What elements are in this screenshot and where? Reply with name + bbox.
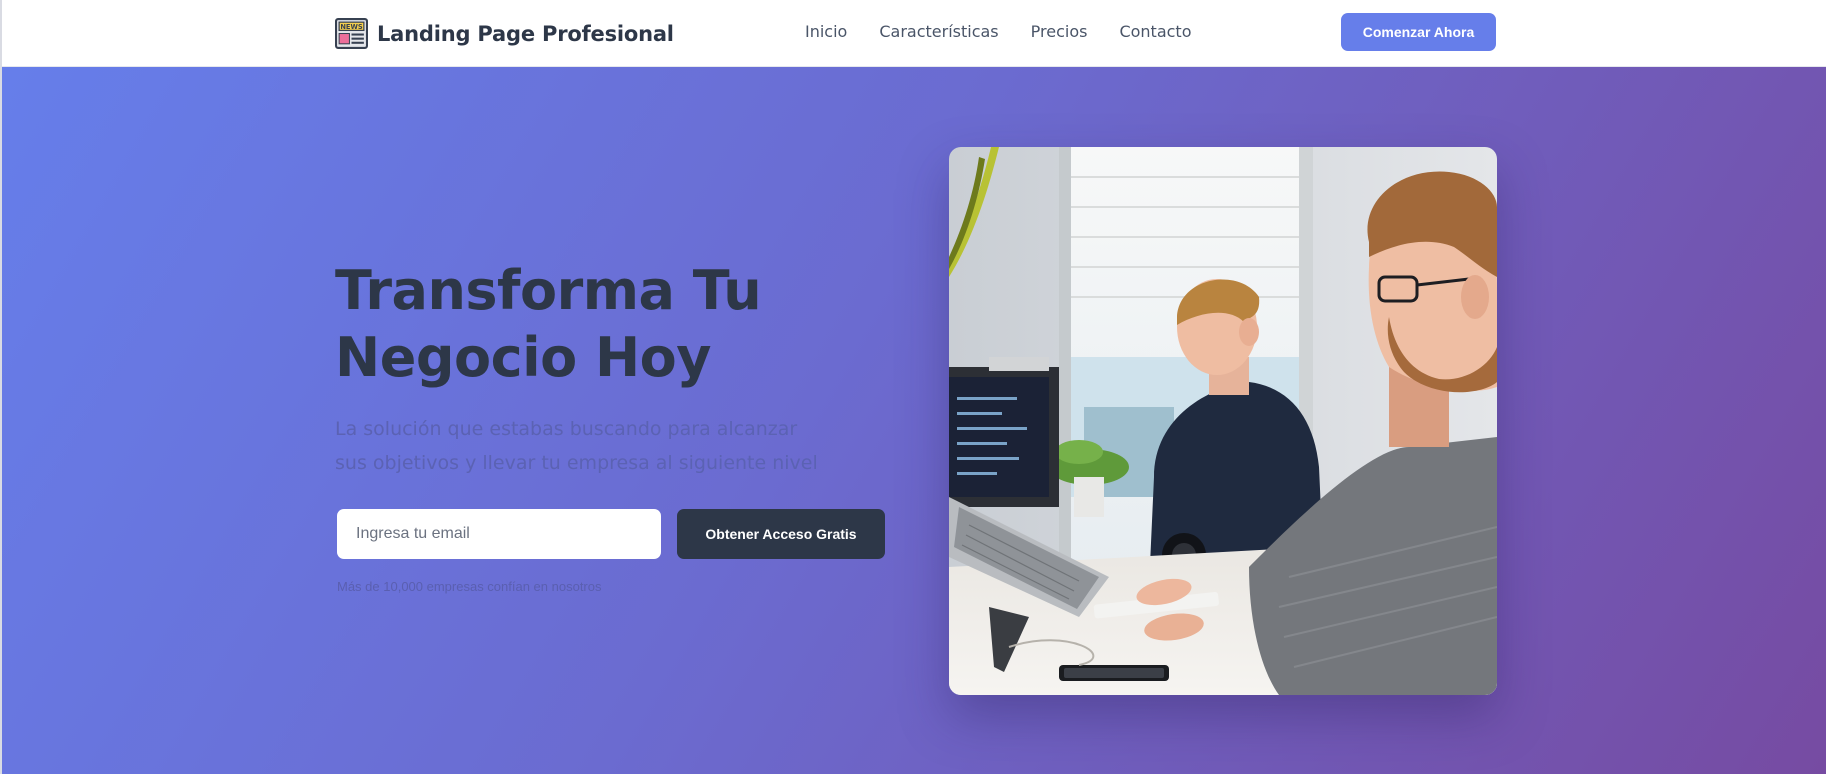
office-workers-photo <box>949 147 1497 695</box>
brand[interactable]: NEWS Landing Page Profesional <box>335 17 674 50</box>
nav-link-inicio[interactable]: Inicio <box>805 22 847 41</box>
nav-link-precios[interactable]: Precios <box>1031 22 1088 41</box>
nav-link-contacto[interactable]: Contacto <box>1119 22 1191 41</box>
main-nav: Inicio Características Precios Contacto <box>805 22 1192 41</box>
signup-form: Obtener Acceso Gratis <box>337 509 885 559</box>
svg-text:NEWS: NEWS <box>340 23 363 31</box>
hero-subtitle: La solución que estabas buscando para al… <box>335 418 818 474</box>
newspaper-icon: NEWS <box>335 18 368 49</box>
get-free-access-button[interactable]: Obtener Acceso Gratis <box>677 509 885 559</box>
landing-page: NEWS Landing Page Profesional Inicio Car… <box>0 0 1826 774</box>
hero-image <box>949 147 1497 695</box>
start-now-button[interactable]: Comenzar Ahora <box>1341 13 1496 51</box>
hero-title: Transforma Tu Negocio Hoy <box>335 257 855 391</box>
hero-title-line1: Transforma Tu <box>335 259 762 322</box>
brand-name: Landing Page Profesional <box>377 21 674 46</box>
top-navbar: NEWS Landing Page Profesional Inicio Car… <box>2 0 1826 67</box>
nav-link-caracteristicas[interactable]: Características <box>879 22 998 41</box>
hero-section: Transforma Tu Negocio Hoy La solución qu… <box>2 67 1826 774</box>
trust-note: Más de 10,000 empresas confían en nosotr… <box>337 579 602 594</box>
email-input[interactable] <box>337 509 661 559</box>
hero-title-line2: Negocio Hoy <box>335 326 711 389</box>
